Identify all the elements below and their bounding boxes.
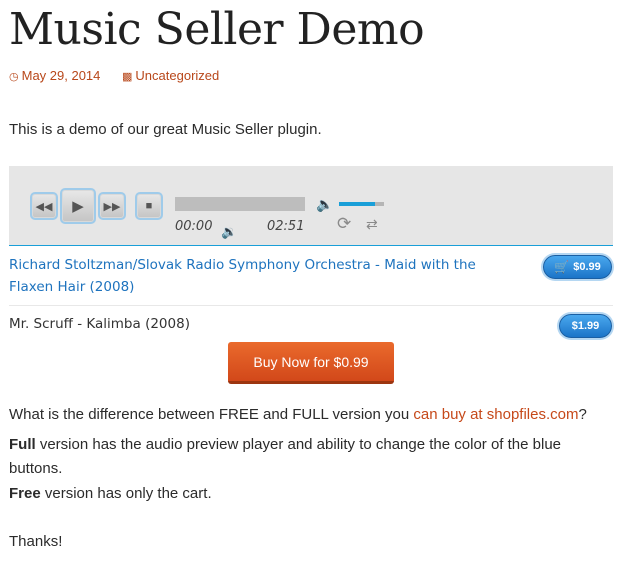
track-title[interactable]: Mr. Scruff - Kalimba (2008) [9,316,190,332]
thanks-text: Thanks! [9,533,63,550]
post-title: Music Seller Demo [9,4,425,55]
track-title[interactable]: Richard Stoltzman/Slovak Radio Symphony … [9,254,519,298]
post-category[interactable]: Uncategorized [135,68,219,83]
free-description: version has only the cart. [40,485,212,502]
post-category-link[interactable]: ▩ Uncategorized [122,68,219,83]
track-row[interactable]: Richard Stoltzman/Slovak Radio Symphony … [9,254,613,298]
audio-player: ◀◀ ▶ ▶▶ ■ 🔈 00:00 🔉 02:51 ⟳ ⇄ [9,166,613,246]
shuffle-icon[interactable]: ⇄ [366,216,378,233]
add-to-cart-button[interactable]: 🛒 $0.99 [543,255,612,279]
buy-now-button[interactable]: Buy Now for $0.99 [228,342,394,384]
fast-forward-icon: ▶▶ [103,200,121,213]
stop-button[interactable]: ■ [135,192,163,220]
track-price: $0.99 [573,261,601,273]
track-price: $1.99 [571,320,600,332]
post-date[interactable]: May 29, 2014 [22,68,101,83]
cart-icon: 🛒 [554,260,570,274]
fast-forward-button[interactable]: ▶▶ [98,192,126,220]
intro-text: This is a demo of our great Music Seller… [9,121,322,138]
volume-level [339,202,375,206]
post-date-link[interactable]: ◷ May 29, 2014 [9,68,100,83]
track-row[interactable]: Mr. Scruff - Kalimba (2008) [9,313,613,335]
divider [9,305,613,306]
shopfiles-link[interactable]: can buy at shopfiles.com [413,406,578,423]
post-meta: ◷ May 29, 2014 ▩ Uncategorized [9,68,219,83]
progress-bar[interactable] [175,197,305,211]
folder-icon: ▩ [122,71,133,83]
question-text: What is the difference between FREE and … [9,406,414,423]
play-icon: ▶ [72,198,84,215]
duration-time: 02:51 [267,219,305,234]
rewind-icon: ◀◀ [35,200,53,213]
free-label: Free [9,485,41,502]
repeat-icon[interactable]: ⟳ [337,214,351,234]
volume-icon[interactable]: 🔈 [316,196,333,212]
volume-slider[interactable] [339,202,384,206]
full-label: Full [9,436,36,453]
current-time: 00:00 [175,219,213,234]
version-question: What is the difference between FREE and … [9,403,587,427]
question-end: ? [578,406,587,423]
free-version-text: Free version has only the cart. [9,482,212,506]
play-button[interactable]: ▶ [60,188,96,224]
mute-icon[interactable]: 🔉 [221,224,237,240]
stop-icon: ■ [145,200,153,212]
full-description: version has the audio preview player and… [9,436,562,477]
rewind-button[interactable]: ◀◀ [30,192,58,220]
add-to-cart-button[interactable]: $1.99 [559,314,612,338]
full-version-text: Full version has the audio preview playe… [9,433,609,481]
clock-icon: ◷ [9,71,19,83]
